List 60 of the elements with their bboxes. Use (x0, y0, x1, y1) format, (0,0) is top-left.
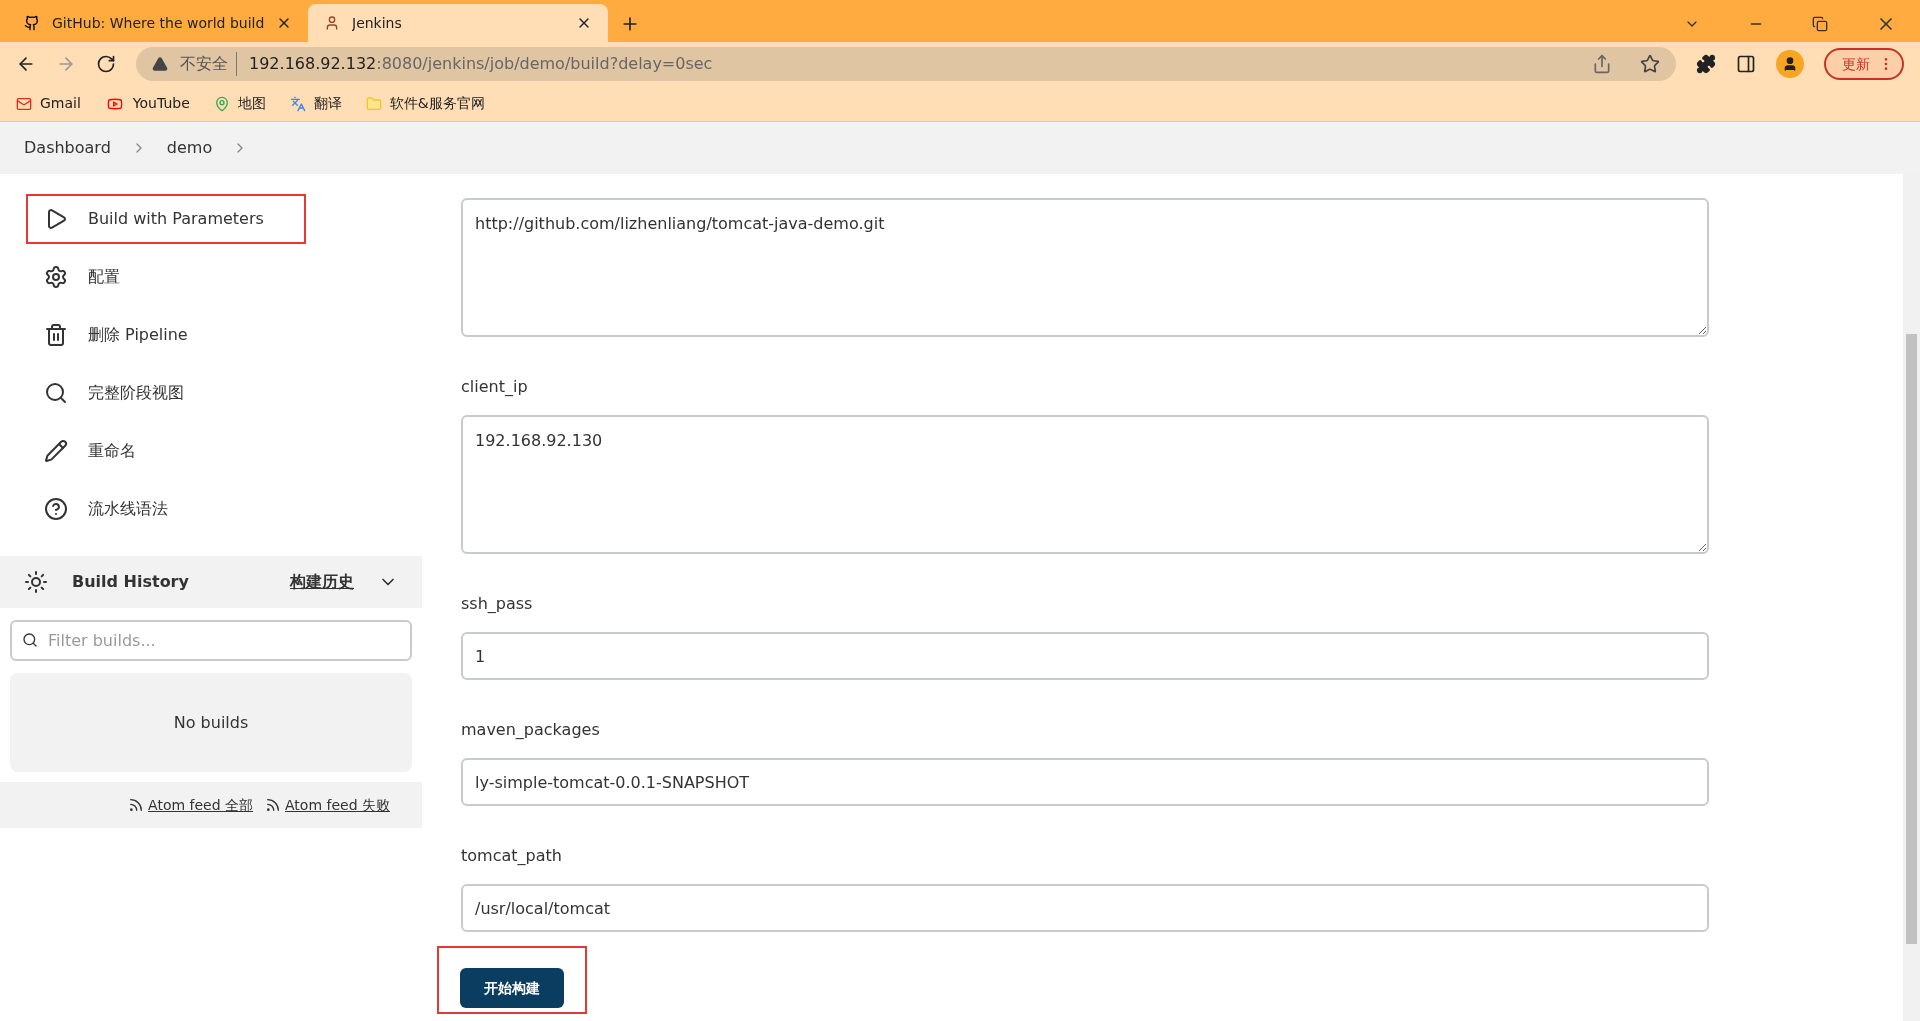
pencil-icon (44, 439, 68, 463)
parameter-label: tomcat_path (461, 845, 563, 867)
bookmark-link[interactable]: Gmail (40, 93, 81, 114)
breadcrumb-link[interactable]: Dashboard (24, 136, 111, 160)
translate-icon (289, 95, 306, 112)
mail-icon (16, 95, 32, 112)
browser-tab[interactable]: GitHub: Where the world build (8, 4, 308, 42)
parameter-label: ssh_pass (461, 593, 534, 615)
build-history-link[interactable]: 构建历史 (290, 570, 354, 594)
github-icon (24, 15, 40, 31)
extensions-icon[interactable] (1696, 54, 1716, 74)
atom-feed-link[interactable]: Atom feed 全部 (148, 794, 254, 816)
share-icon[interactable] (1592, 54, 1612, 74)
bookmark-link[interactable]: 地图 (237, 93, 266, 114)
parameter-textarea[interactable]: http://github.com/lizhenliang/tomcat-java-demo.git (461, 198, 1709, 337)
side-panel-icon[interactable] (1736, 54, 1756, 74)
sidebar-item[interactable]: 流水线语法 (26, 484, 306, 534)
sidebar-item[interactable]: 删除 Pipeline (26, 310, 306, 360)
address-bar[interactable]: 不安全 192.168.92.132:8080/jenkins/job/demo/build?delay=0sec (136, 47, 1676, 81)
help-icon (44, 497, 68, 521)
atom-feed-link[interactable]: Atom feed 失败 (285, 794, 390, 816)
tab-title: GitHub: Where the world build (52, 13, 264, 33)
search-icon (22, 632, 38, 648)
url-text: 192.168.92.132:8080/jenkins/job/demo/build?delay=0sec (249, 53, 713, 75)
breadcrumb-link[interactable]: demo (166, 136, 213, 160)
sun-icon (24, 570, 48, 594)
map-pin-icon (213, 95, 230, 112)
sidebar-item[interactable]: 完整阶段视图 (26, 368, 306, 418)
filter-field[interactable]: Filter builds... (10, 620, 412, 661)
parameter-input[interactable]: ly-simple-tomcat-0.0.1-SNAPSHOT (461, 758, 1709, 806)
bookmark-link[interactable]: 翻译 (313, 93, 342, 114)
empty-message: No builds (173, 711, 249, 734)
gear-icon (44, 265, 68, 289)
bookmark-star-icon[interactable] (1640, 54, 1660, 74)
feed-icon (128, 797, 145, 813)
feed-icon (265, 797, 282, 813)
sidebar-item[interactable]: Build with Parameters (26, 194, 306, 244)
profile-avatar[interactable] (1776, 50, 1804, 78)
tab-title: Jenkins (352, 13, 403, 33)
build-history-title: Build History (72, 571, 190, 593)
restore-icon[interactable] (1812, 16, 1828, 32)
security-label: 不安全 (180, 52, 237, 76)
reload-icon[interactable] (96, 54, 116, 74)
update-button[interactable]: 更新 (1824, 48, 1904, 80)
sidebar-item[interactable]: 配置 (26, 252, 306, 302)
parameter-input[interactable]: /usr/local/tomcat (461, 884, 1709, 932)
scrollbar-thumb[interactable] (1906, 334, 1917, 944)
sidebar-item[interactable]: 重命名 (26, 426, 306, 476)
bookmark-link[interactable]: YouTube (132, 93, 190, 114)
bookmark-link[interactable]: 软件&服务官网 (389, 93, 485, 114)
parameter-label: maven_packages (461, 719, 601, 741)
search-icon (44, 381, 68, 405)
build-button[interactable]: 开始构建 (460, 968, 564, 1008)
folder-icon (365, 95, 382, 112)
warning-icon (152, 56, 168, 72)
parameter-label: client_ip (461, 376, 529, 398)
parameter-input[interactable]: 1 (461, 632, 1709, 680)
trash-icon (44, 323, 68, 347)
browser-tab[interactable]: Jenkins (308, 4, 608, 42)
parameter-textarea[interactable]: 192.168.92.130 (461, 415, 1709, 554)
